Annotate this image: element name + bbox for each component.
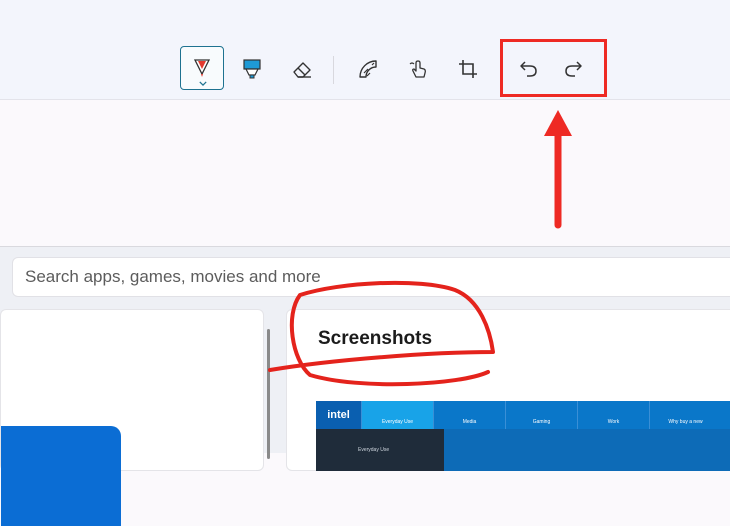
crop-icon (459, 60, 477, 78)
thumbnail-tab: Gaming (505, 401, 577, 429)
ruler-button[interactable] (346, 47, 390, 91)
ballpoint-pen-icon (193, 59, 211, 77)
screenshots-panel: Screenshots intel Everyday Use Media Gam… (286, 309, 730, 471)
eraser-button[interactable] (280, 47, 324, 91)
thumbnail-dark-panel: Everyday Use (316, 429, 444, 471)
search-input[interactable]: Search apps, games, movies and more (12, 257, 730, 297)
thumbnail-nav: intel Everyday Use Media Gaming Work Why… (316, 401, 730, 429)
canvas-area (0, 100, 730, 246)
ballpoint-pen-button[interactable] (180, 46, 224, 90)
undo-redo-highlight-box (500, 39, 607, 97)
scrollbar[interactable] (267, 329, 270, 459)
snip-toolbar (0, 0, 730, 100)
screenshot-thumbnail[interactable]: intel Everyday Use Media Gaming Work Why… (316, 401, 730, 471)
chevron-down-icon (199, 81, 207, 86)
thumbnail-panel-text: Everyday Use (358, 447, 390, 453)
touch-writing-icon (409, 60, 426, 78)
screenshots-heading: Screenshots (318, 328, 433, 349)
toolbar-divider (333, 56, 334, 84)
thumbnail-tab: Why buy a new (649, 401, 721, 429)
highlighter-button[interactable] (230, 47, 274, 91)
ruler-protractor-icon (359, 60, 377, 78)
thumbnail-tab: Work (577, 401, 649, 429)
app-tile[interactable] (1, 426, 121, 526)
eraser-icon (293, 62, 311, 78)
left-panel (0, 309, 264, 526)
crop-button[interactable] (446, 47, 490, 91)
highlighter-icon (243, 59, 261, 79)
store-window: Search apps, games, movies and more Scre… (0, 246, 730, 526)
intel-logo: intel (316, 401, 361, 429)
touch-writing-button[interactable] (397, 47, 441, 91)
thumbnail-tab: Media (433, 401, 505, 429)
thumbnail-tab: Everyday Use (361, 401, 433, 429)
